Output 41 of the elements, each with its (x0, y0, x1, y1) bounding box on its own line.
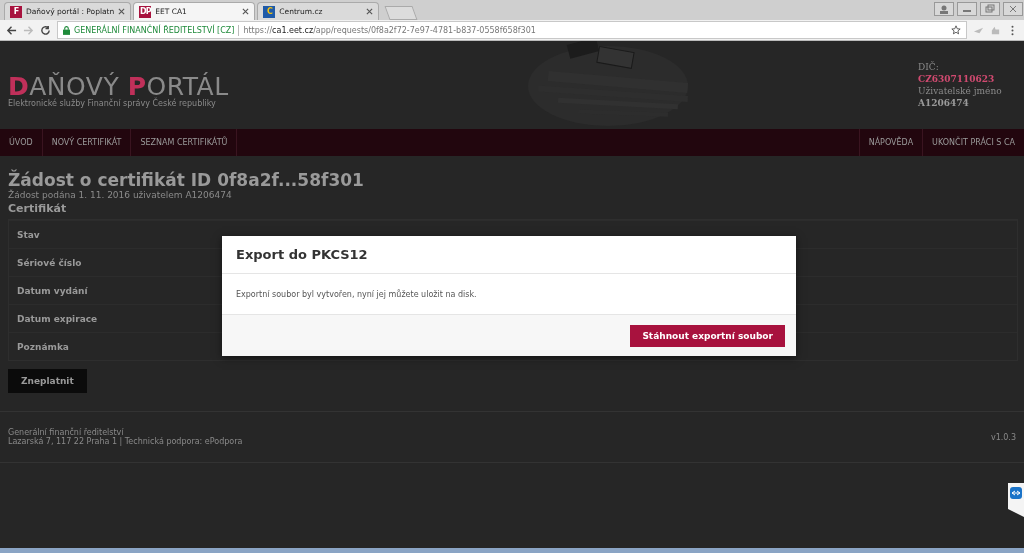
nav-link[interactable]: NÁPOVĚDA (858, 129, 923, 156)
field-label: Poznámka (17, 341, 69, 352)
nav-link[interactable]: NOVÝ CERTIFIKÁT (42, 129, 132, 156)
page-subtitle: Žádost podána 1. 11. 2016 uživatelem A1206474 (8, 190, 232, 200)
favicon: DP (139, 5, 152, 18)
modal-message: Exportní soubor byl vytvořen, nyní jej můžete uložit na disk. (236, 289, 477, 299)
close-icon[interactable] (366, 8, 374, 15)
favicon: F (10, 5, 22, 18)
close-icon[interactable] (1003, 1, 1023, 16)
field-label: Datum expirace (17, 313, 98, 324)
field-label: Sériové číslo (17, 257, 82, 268)
nav-link[interactable]: ÚVOD (0, 129, 43, 156)
dic-label: DIČ: (918, 61, 940, 73)
address-bar[interactable]: GENERÁLNÍ FINANČNÍ ŘEDITELSTVÍ [CZ] https://ca1.eet.cz/app/requests/0f8a2f72-7e97-4781-b837-0558f658f301 (57, 21, 967, 39)
nav-link[interactable]: SEZNAM CERTIFIKÁTŮ (131, 129, 238, 156)
page-title: Žádost o certifikát ID 0f8a2f...58f301 (8, 170, 364, 190)
restore-icon[interactable] (980, 1, 1000, 16)
version-label: v1.0.3 (990, 432, 1016, 442)
download-button[interactable]: Stáhnout exportní soubor (630, 324, 785, 347)
revoke-button[interactable]: Zneplatnit (8, 369, 87, 393)
footer-org: Generální finanční ředitelství (8, 428, 124, 437)
dic-value: CZ6307110623 (918, 73, 996, 85)
tagline: Elektronické služby Finanční správy České republiky (8, 99, 216, 108)
star-icon[interactable] (951, 25, 961, 35)
field-label: Stav (17, 229, 40, 240)
favicon: C (263, 5, 276, 18)
footer-address: Lazarská 7, 117 22 Praha 1 | Technická podpora: ePodpora (8, 437, 243, 446)
minimize-icon[interactable] (957, 1, 977, 16)
user-icon[interactable] (934, 1, 954, 16)
nav-link[interactable]: UKONČIT PRÁCI S CA (922, 129, 1024, 156)
close-icon[interactable] (118, 8, 126, 15)
logo-title[interactable]: DAŇOVÝ PORTÁL (8, 74, 229, 99)
lock-icon (63, 25, 70, 35)
close-icon[interactable] (242, 8, 250, 15)
modal-title: Export do PKCS12 (236, 247, 368, 262)
field-label: Datum vydání (17, 285, 88, 296)
back-icon[interactable] (6, 24, 17, 36)
section-title: Certifikát (8, 202, 67, 215)
username-label: Uživatelské jméno (918, 85, 1003, 97)
reload-icon[interactable] (40, 24, 51, 36)
username-value: A1206474 (918, 97, 970, 109)
